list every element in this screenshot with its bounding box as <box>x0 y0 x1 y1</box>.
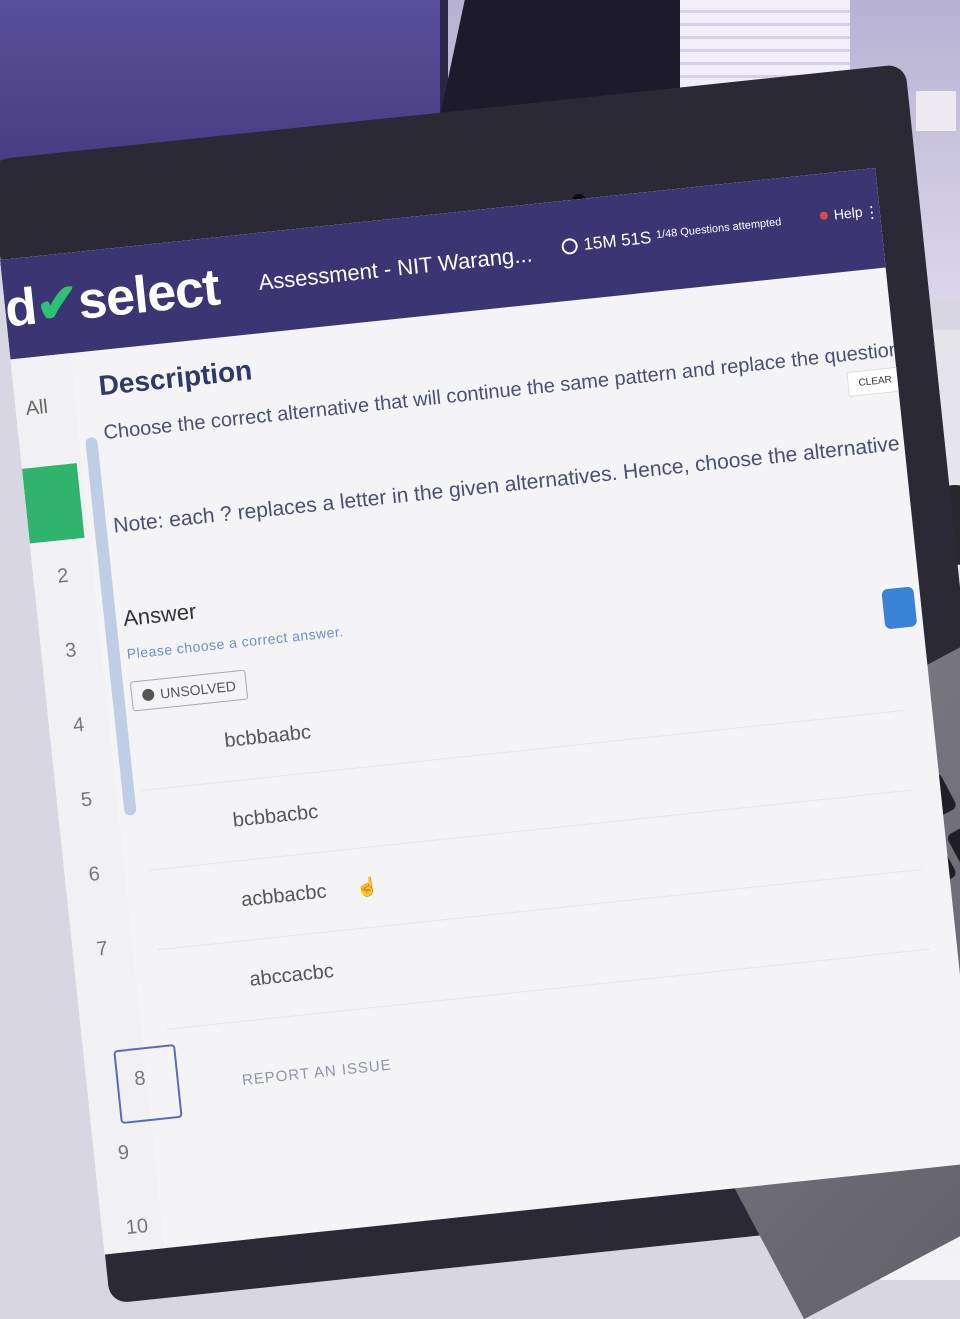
hand-cursor-icon: ☝ <box>355 875 380 899</box>
logo-suffix: select <box>75 258 222 331</box>
question-1-current[interactable] <box>21 463 85 544</box>
kebab-menu-icon[interactable]: ⋮ <box>863 202 881 224</box>
timer-value: 15M 51S <box>582 227 653 254</box>
question-nav-item[interactable]: 10 <box>125 1215 150 1240</box>
chatbot-icon[interactable] <box>881 586 918 630</box>
question-nav-item[interactable]: 6 <box>88 863 101 887</box>
question-nav-item[interactable]: 9 <box>117 1141 130 1165</box>
status-dot-icon <box>819 211 829 221</box>
laptop-screen: d✔select Assessment - NIT Warang... 15M … <box>0 168 960 1255</box>
filter-all[interactable]: All <box>25 396 50 421</box>
questions-attempted: 1/48 Questions attempted <box>655 216 782 242</box>
question-nav-item[interactable]: 2 <box>56 565 69 589</box>
help-button[interactable]: Help <box>819 204 863 224</box>
question-nav-item[interactable]: 7 <box>95 938 108 962</box>
check-icon: ✔ <box>32 273 82 336</box>
doselect-logo[interactable]: d✔select <box>2 257 222 339</box>
help-label: Help <box>832 203 864 223</box>
question-nav-item[interactable]: 8 <box>133 1067 146 1091</box>
timer: 15M 51S <box>560 227 653 257</box>
wall-switch-plate <box>915 90 957 132</box>
report-issue-link[interactable]: REPORT AN ISSUE <box>241 998 949 1090</box>
assessment-title: Assessment - NIT Warang... <box>257 241 534 296</box>
info-icon <box>141 688 155 702</box>
question-panel: Description Choose the correct alternati… <box>97 287 960 1246</box>
clock-icon <box>560 237 579 256</box>
question-nav-item[interactable]: 4 <box>72 714 85 738</box>
status-badge-label: UNSOLVED <box>159 677 237 702</box>
question-nav-item[interactable]: 5 <box>80 788 93 812</box>
question-note: Note: each ? replaces a letter in the gi… <box>112 376 960 538</box>
answer-option-label: acbbacbc <box>240 880 328 912</box>
question-nav-item[interactable]: 3 <box>64 639 77 663</box>
clear-button[interactable]: CLEAR <box>846 366 905 398</box>
